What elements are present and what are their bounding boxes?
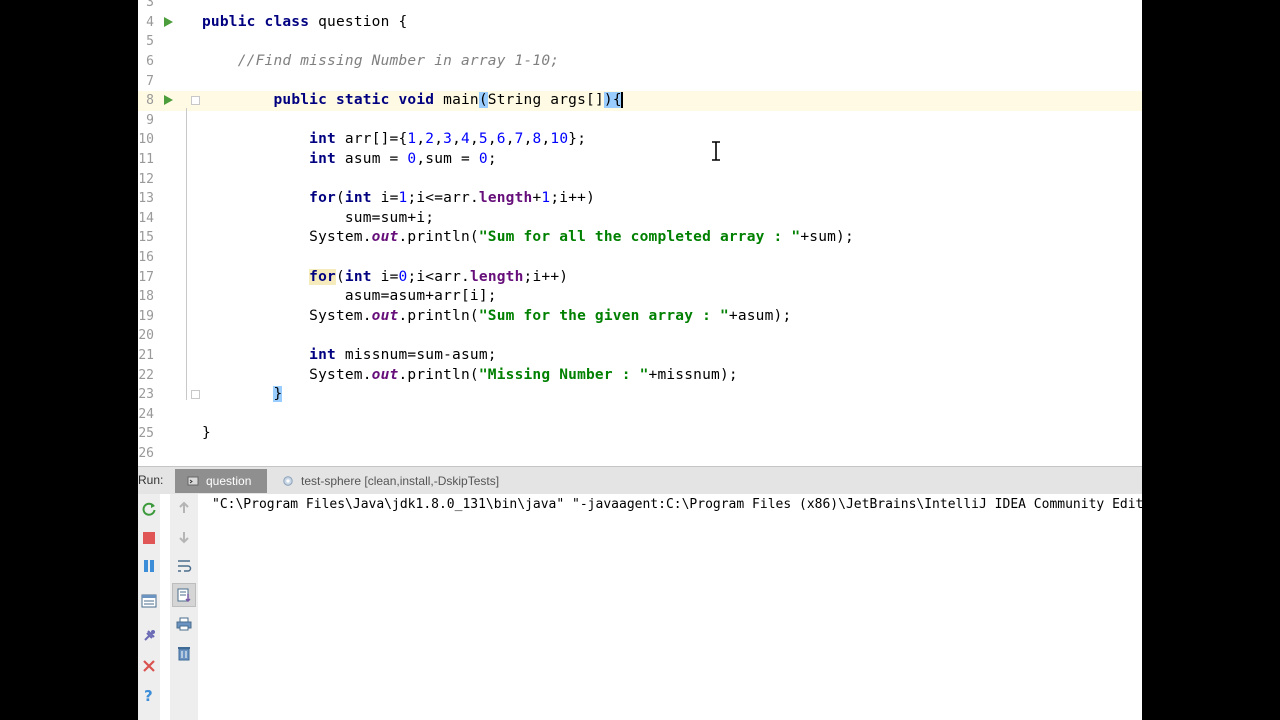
code-line[interactable]: 8 public static void main(String args[])…	[138, 91, 1142, 111]
code-text[interactable]: asum=asum+arr[i];	[202, 287, 497, 307]
line-number: 15	[138, 230, 154, 246]
line-number: 16	[138, 250, 154, 265]
code-text[interactable]: }	[202, 424, 211, 444]
line-number: 26	[138, 446, 154, 461]
run-gutter-icon[interactable]	[164, 95, 173, 106]
line-number: 20	[138, 328, 154, 344]
code-line[interactable]: 20	[138, 326, 1142, 346]
code-line[interactable]: 25}	[138, 424, 1142, 444]
svg-text:?: ?	[144, 687, 153, 703]
line-number: 6	[146, 54, 154, 69]
line-number: 11	[138, 152, 154, 167]
line-number: 19	[138, 308, 154, 324]
code-line[interactable]: 11 int asum = 0,sum = 0;	[138, 150, 1142, 170]
text-cursor-icon	[712, 141, 720, 161]
pause-icon[interactable]	[139, 556, 159, 576]
code-line[interactable]: 19 System.out.println("Sum for the given…	[138, 307, 1142, 327]
code-text[interactable]: public class question {	[202, 13, 407, 33]
code-text[interactable]: for(int i=1;i<=arr.length+1;i++)	[202, 189, 595, 209]
soft-wrap-icon[interactable]	[174, 556, 194, 576]
code-text[interactable]: System.out.println("Sum for the given ar…	[202, 307, 791, 327]
up-icon[interactable]	[174, 498, 194, 518]
code-line[interactable]: 13 for(int i=1;i<=arr.length+1;i++)	[138, 189, 1142, 209]
code-text[interactable]: System.out.println("Sum for all the comp…	[202, 228, 854, 248]
layout-icon[interactable]	[139, 591, 159, 611]
stop-icon[interactable]	[139, 528, 159, 548]
code-line[interactable]: 15 System.out.println("Sum for all the c…	[138, 228, 1142, 248]
code-line[interactable]: 17 for(int i=0;i<arr.length;i++)	[138, 268, 1142, 288]
code-line[interactable]: 18 asum=asum+arr[i];	[138, 287, 1142, 307]
pin-icon[interactable]	[139, 626, 159, 646]
scroll-to-end-icon[interactable]	[172, 583, 196, 607]
code-line[interactable]: 23 }	[138, 385, 1142, 405]
line-number: 17	[138, 269, 154, 285]
line-number: 13	[138, 191, 154, 207]
line-number: 23	[138, 387, 154, 403]
line-number: 14	[138, 210, 154, 226]
down-icon[interactable]	[174, 527, 194, 547]
line-number: 21	[138, 348, 154, 363]
code-line[interactable]: 12	[138, 170, 1142, 190]
line-number: 3	[146, 0, 154, 11]
help-icon[interactable]: ?	[139, 685, 159, 705]
code-line[interactable]: 21 int missnum=sum-asum;	[138, 346, 1142, 366]
code-text[interactable]: int asum = 0,sum = 0;	[202, 150, 497, 170]
code-line[interactable]: 26	[138, 444, 1142, 464]
tab-label: question	[206, 474, 252, 488]
run-toolbar-secondary	[170, 494, 198, 720]
line-number: 9	[146, 112, 154, 128]
run-console[interactable]: "C:\Program Files\Java\jdk1.8.0_131\bin\…	[198, 494, 1142, 720]
run-label: Run:	[138, 473, 164, 487]
code-line[interactable]: 4 public class question {	[138, 13, 1142, 33]
fold-marker-icon[interactable]	[191, 390, 200, 399]
print-icon[interactable]	[174, 614, 194, 634]
code-line[interactable]: 6 //Find missing Number in array 1-10;	[138, 52, 1142, 72]
fold-guide	[186, 108, 187, 400]
line-number: 18	[138, 289, 154, 305]
code-line[interactable]: 16	[138, 248, 1142, 268]
run-tab-test-sphere[interactable]: test-sphere [clean,install,-DskipTests]	[278, 469, 528, 493]
run-panel-header: Run: question test-sphere [clean,install…	[138, 466, 1142, 494]
code-line[interactable]: 7	[138, 72, 1142, 92]
code-text[interactable]: for(int i=0;i<arr.length;i++)	[202, 268, 568, 288]
line-number: 7	[146, 73, 154, 89]
code-text[interactable]: int missnum=sum-asum;	[202, 346, 497, 366]
line-number: 5	[146, 34, 154, 50]
code-line[interactable]: 22 System.out.println("Missing Number : …	[138, 366, 1142, 386]
rerun-icon[interactable]	[139, 499, 159, 519]
close-icon[interactable]	[139, 656, 159, 676]
line-number: 10	[138, 132, 154, 148]
clear-all-icon[interactable]	[174, 643, 194, 663]
fold-marker-icon[interactable]	[191, 96, 200, 105]
code-line[interactable]: 24	[138, 405, 1142, 425]
code-text[interactable]: //Find missing Number in array 1-10;	[202, 52, 559, 72]
line-number: 8	[146, 93, 154, 109]
run-toolbar-primary: ?	[138, 494, 160, 720]
line-number: 4	[146, 14, 154, 30]
code-line[interactable]: 5	[138, 32, 1142, 52]
run-gutter-icon[interactable]	[164, 16, 173, 27]
code-text[interactable]: }	[202, 385, 283, 405]
tab-label: test-sphere [clean,install,-DskipTests]	[301, 474, 500, 488]
code-text[interactable]: int arr[]={1,2,3,4,5,6,7,8,10};	[202, 130, 586, 150]
gear-icon	[283, 476, 293, 486]
line-number: 12	[138, 171, 154, 187]
run-tab-question[interactable]: question	[175, 469, 267, 493]
code-text[interactable]: sum=sum+i;	[202, 209, 434, 229]
console-output: "C:\Program Files\Java\jdk1.8.0_131\bin\…	[212, 497, 1142, 512]
code-editor[interactable]: 3 4 public class question { 5 6 //Find missi…	[138, 0, 1142, 466]
code-line[interactable]: 3	[138, 0, 1142, 13]
ide-window: 3 4 public class question { 5 6 //Find missi…	[138, 0, 1142, 720]
line-number: 24	[138, 406, 154, 422]
code-text[interactable]: System.out.println("Missing Number : "+m…	[202, 366, 738, 386]
code-line[interactable]: 14 sum=sum+i;	[138, 209, 1142, 229]
code-text[interactable]: public static void main(String args[]){	[202, 91, 623, 111]
line-number: 25	[138, 426, 154, 442]
line-number: 22	[138, 367, 154, 383]
code-line[interactable]: 10 int arr[]={1,2,3,4,5,6,7,8,10};	[138, 130, 1142, 150]
code-line[interactable]: 9	[138, 111, 1142, 131]
run-config-icon	[187, 476, 199, 486]
